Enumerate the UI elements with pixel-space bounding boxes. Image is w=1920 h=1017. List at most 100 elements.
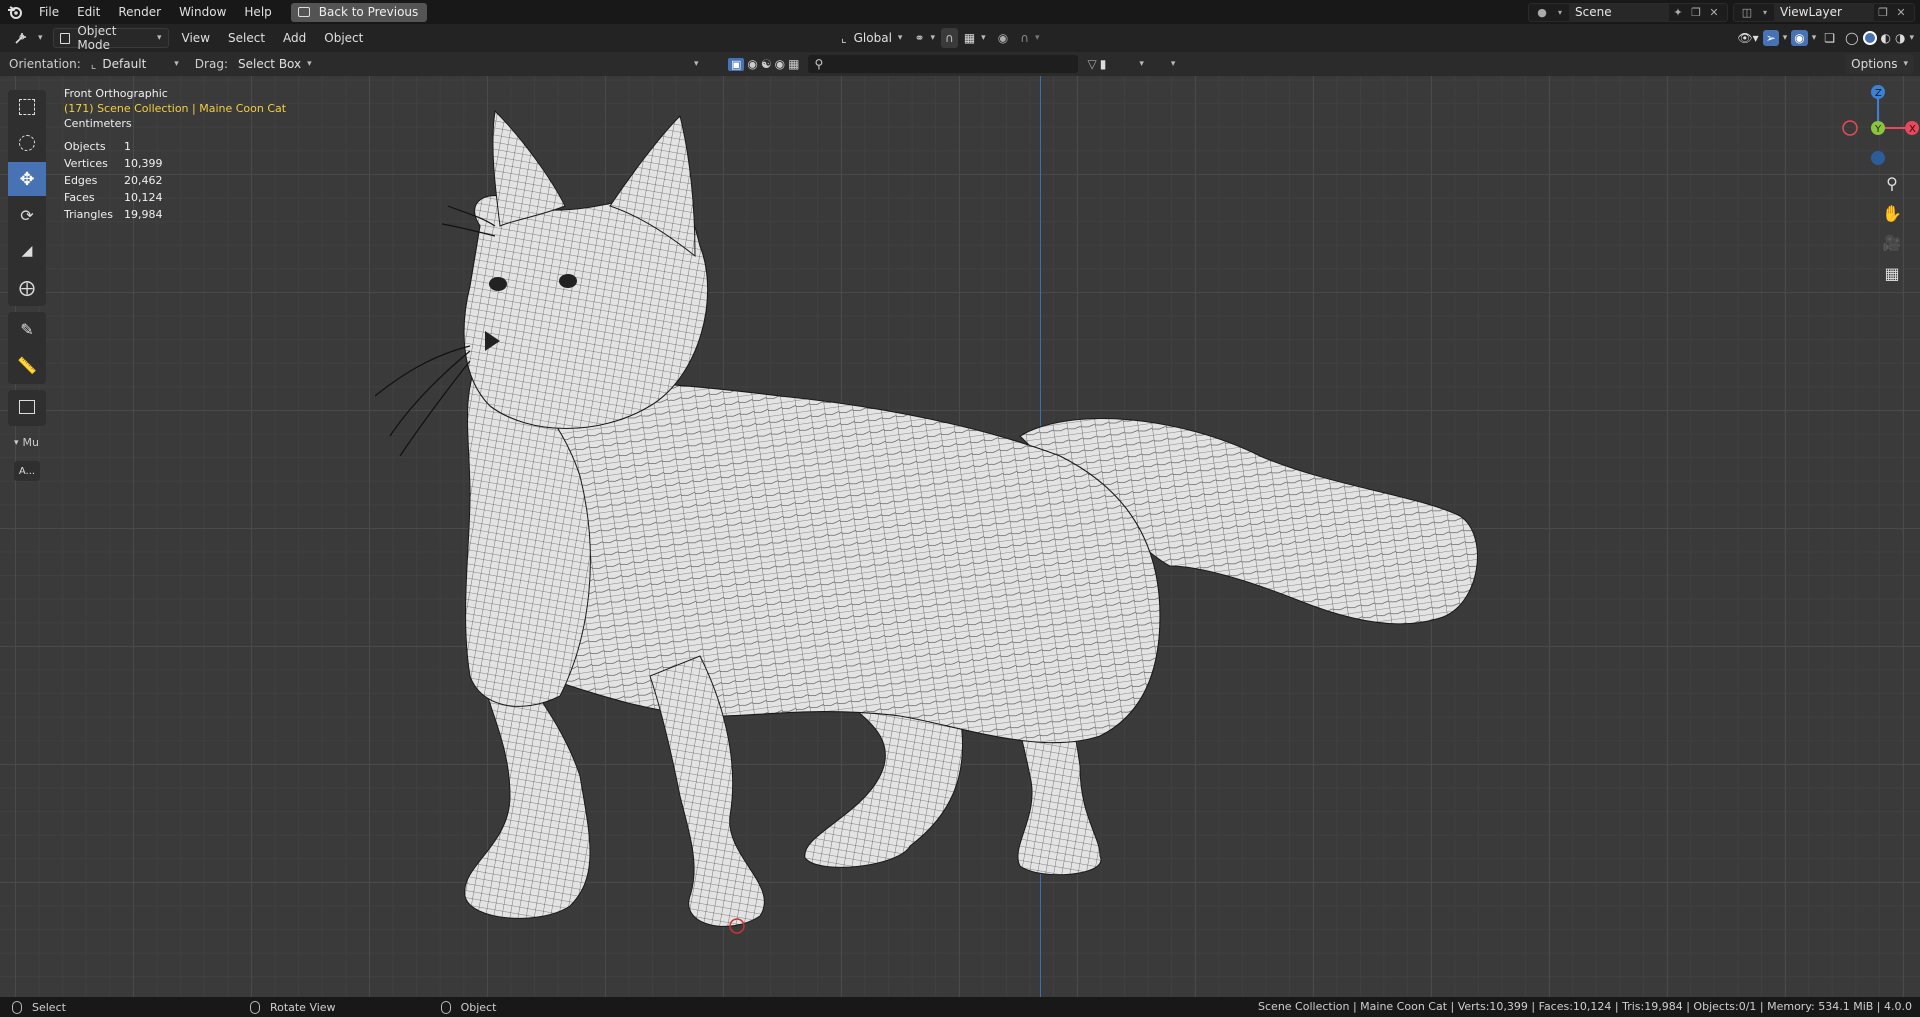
- grid-icon: ▦: [1884, 263, 1900, 283]
- rendered-shading-icon[interactable]: ◑: [1895, 31, 1905, 45]
- tool-settings-bar: Orientation: ⌞ Default ▾ Drag: Select Bo…: [0, 52, 1920, 76]
- 3d-viewport[interactable]: ✥ ⟳ ◢ ⨁ ✎ 📏 ▾ Mu A... Front Orthographic…: [0, 76, 1920, 997]
- status-object-label: Object: [460, 1000, 497, 1014]
- camera-view-button[interactable]: 🎥: [1879, 230, 1905, 256]
- axis-gizmo[interactable]: Z X Y: [1830, 76, 1920, 166]
- screen-icon: [297, 7, 310, 17]
- view-layer-name-field[interactable]: ViewLayer: [1774, 3, 1874, 21]
- mouse-left-icon: [12, 1000, 22, 1014]
- search-input[interactable]: ⚲: [808, 55, 1079, 73]
- orientation-dropdown[interactable]: ⌞ Default ▾: [85, 54, 185, 74]
- material-shading-icon[interactable]: ◐: [1881, 31, 1891, 45]
- menu-edit[interactable]: Edit: [68, 0, 109, 24]
- chevron-down-icon: ▾: [897, 33, 903, 43]
- transform-orientation-dropdown[interactable]: ⌞ Global ▾: [835, 28, 908, 48]
- transform-tool[interactable]: ⨁: [8, 270, 46, 304]
- status-select-label: Select: [32, 1000, 66, 1014]
- visibility-eye-icon[interactable]: 👁▾: [1737, 31, 1758, 45]
- panel-action-label: A...: [18, 465, 36, 477]
- snap-target-dropdown[interactable]: ▦ ▾: [958, 28, 992, 48]
- proportional-edit-toggle[interactable]: ◉: [992, 28, 1014, 48]
- view-layer-selector[interactable]: ◫ ▾ ViewLayer ❐ ✕: [1733, 2, 1915, 22]
- chevron-down-icon[interactable]: ▾: [1909, 33, 1914, 43]
- chevron-down-icon: ▾: [14, 437, 19, 448]
- menu-window[interactable]: Window: [170, 0, 235, 24]
- neg-z-axis-handle: [1871, 151, 1885, 165]
- status-bar: Select Rotate View Object Scene Collecti…: [0, 997, 1920, 1017]
- pivot-point-dropdown[interactable]: ⚭ ▾: [908, 28, 941, 48]
- header-menu-select[interactable]: Select: [219, 26, 274, 50]
- back-to-previous-button[interactable]: Back to Previous: [290, 2, 428, 22]
- add-cube-tool[interactable]: [8, 390, 46, 424]
- editor-type-button[interactable]: ▾: [8, 28, 49, 48]
- snap-toggle[interactable]: ∩: [941, 28, 958, 48]
- mode-dropdown[interactable]: Object Mode ▾: [52, 24, 169, 52]
- chevron-down-icon[interactable]: ▾: [1171, 59, 1176, 69]
- header-menu-add[interactable]: Add: [274, 26, 315, 50]
- measure-tool[interactable]: 📏: [8, 348, 46, 382]
- world-filter-icon[interactable]: ◉: [775, 57, 785, 71]
- gizmo-toggle-icon[interactable]: ➢: [1762, 30, 1779, 46]
- header-menu-object[interactable]: Object: [315, 26, 372, 50]
- scene-name-field[interactable]: Scene: [1569, 3, 1669, 21]
- navigation-gizmo[interactable]: Z X Y ⚲ ✋ 🎥 ▦: [1830, 76, 1920, 316]
- stat-value: 1: [124, 140, 131, 153]
- object-filter-icon[interactable]: ▣: [728, 57, 745, 71]
- bookmark-icon[interactable]: ▮: [1100, 57, 1107, 71]
- drag-label: Drag:: [194, 57, 228, 71]
- pan-button[interactable]: ✋: [1879, 200, 1905, 226]
- scene-selector[interactable]: ● ▾ Scene ✦ ❐ ✕: [1528, 2, 1728, 22]
- stat-label: Faces: [64, 191, 95, 204]
- annotate-tool[interactable]: ✎: [8, 312, 46, 346]
- menu-help[interactable]: Help: [235, 0, 280, 24]
- select-box-tool[interactable]: [8, 90, 46, 124]
- orientation-icon: ⌞: [90, 57, 97, 71]
- new-scene-icon[interactable]: ❐: [1689, 5, 1703, 19]
- rotate-tool[interactable]: ⟳: [8, 198, 46, 232]
- overlays-toggle-icon[interactable]: ◉: [1791, 30, 1808, 46]
- chevron-down-icon[interactable]: ▾: [1812, 33, 1817, 43]
- header-menu-view[interactable]: View: [173, 26, 219, 50]
- new-view-layer-icon[interactable]: ❐: [1876, 5, 1890, 19]
- chevron-down-icon: ▾: [930, 33, 936, 43]
- scale-tool[interactable]: ◢: [8, 234, 46, 268]
- chevron-down-icon[interactable]: ▾: [1783, 33, 1788, 43]
- svg-text:Y: Y: [1874, 124, 1882, 135]
- maine-coon-cat-mesh[interactable]: [0, 76, 1920, 997]
- close-icon[interactable]: ✕: [1894, 5, 1908, 19]
- filter-funnel-icon[interactable]: ▽: [1087, 57, 1096, 71]
- drag-dropdown[interactable]: Select Box ▾: [232, 54, 318, 74]
- xray-toggle-icon[interactable]: ❏: [1824, 31, 1835, 45]
- scene-filter-icon[interactable]: ▦: [788, 57, 799, 71]
- sphere-filter-icon[interactable]: ◉: [747, 57, 757, 71]
- falloff-dropdown[interactable]: ∩ ▾: [1014, 28, 1045, 48]
- cursor-tool[interactable]: [8, 126, 46, 160]
- magnet-icon: ∩: [945, 31, 954, 45]
- wireframe-shading-icon[interactable]: ◯: [1845, 31, 1858, 45]
- pin-icon[interactable]: ✦: [1671, 5, 1685, 19]
- options-dropdown[interactable]: Options ▾: [1845, 54, 1914, 74]
- chevron-down-icon: ▾: [38, 33, 43, 43]
- pencil-icon: ✎: [20, 319, 34, 339]
- move-tool[interactable]: ✥: [8, 162, 46, 196]
- camera-icon: 🎥: [1882, 234, 1902, 252]
- people-filter-icon[interactable]: ☯: [761, 57, 772, 71]
- stat-value: 19,984: [124, 208, 163, 221]
- chevron-down-icon: ▾: [157, 33, 162, 43]
- panel-action-button[interactable]: A...: [14, 461, 40, 481]
- menu-file[interactable]: File: [30, 0, 68, 24]
- blender-logo-icon[interactable]: [0, 0, 30, 24]
- pivot-point-icon: ⚭: [914, 31, 925, 45]
- menu-render[interactable]: Render: [109, 0, 170, 24]
- editor-type-icon: [15, 33, 26, 44]
- zoom-button[interactable]: ⚲: [1879, 170, 1905, 196]
- viewport-info-overlay: Front Orthographic (171) Scene Collectio…: [64, 86, 286, 222]
- view-name: Front Orthographic: [64, 87, 168, 100]
- collapsed-panel[interactable]: ▾ Mu: [8, 436, 46, 449]
- solid-shading-icon[interactable]: [1862, 31, 1877, 45]
- chevron-down-icon[interactable]: ▾: [1139, 59, 1144, 69]
- perspective-toggle-button[interactable]: ▦: [1879, 260, 1905, 286]
- close-icon[interactable]: ✕: [1707, 5, 1721, 19]
- collapse-chevron-icon[interactable]: ▾: [694, 59, 699, 69]
- mouse-right-icon: [440, 1000, 451, 1014]
